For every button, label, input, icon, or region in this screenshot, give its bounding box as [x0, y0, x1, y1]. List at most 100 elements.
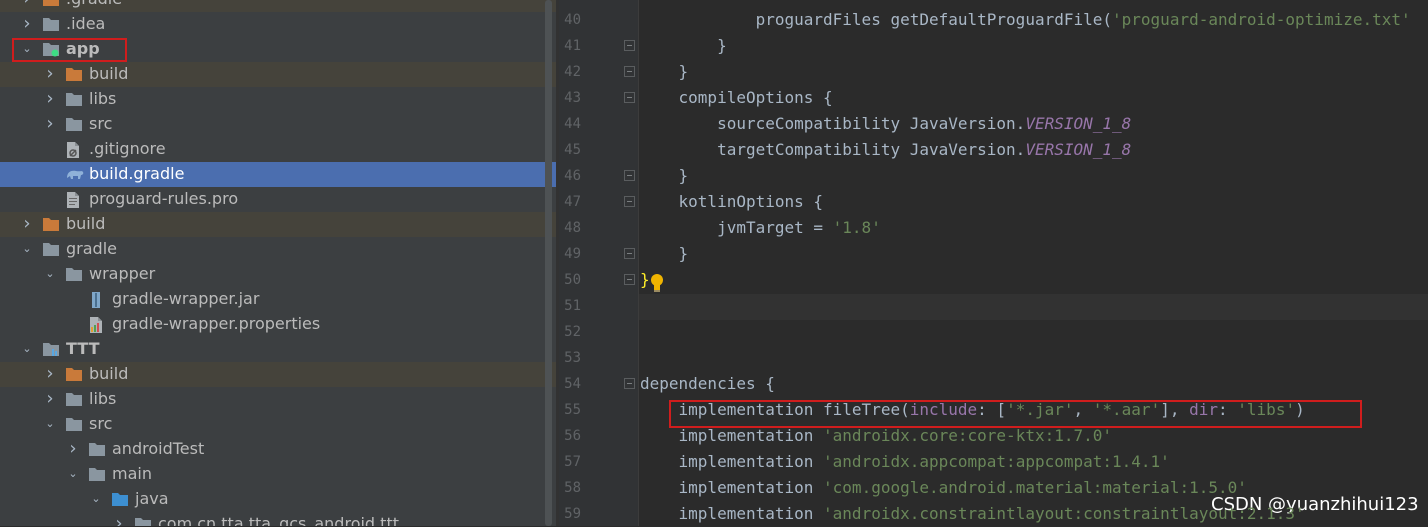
chevron-down-icon[interactable]: ⌄ [20, 340, 34, 358]
chevron-right-icon[interactable]: › [20, 0, 34, 8]
tree-row[interactable]: ⌄ gradle [0, 237, 556, 262]
fold-marker-icon[interactable] [624, 40, 635, 51]
project-tree-scrollbar[interactable] [545, 0, 552, 526]
tree-row[interactable]: › libs [0, 87, 556, 112]
tree-item-label: build [66, 214, 106, 233]
excluded-folder-icon [65, 366, 83, 383]
line-number: 51 [564, 298, 581, 314]
tree-row[interactable]: › com.cn.tta.tta_gcs_android.ttt [0, 512, 556, 526]
folder-icon [65, 266, 83, 283]
fold-marker-icon[interactable] [624, 196, 635, 207]
line-number: 54 [564, 376, 581, 392]
chevron-right-icon[interactable]: › [43, 390, 57, 408]
properties-file-icon [88, 316, 106, 333]
chevron-down-icon[interactable]: ⌄ [43, 265, 57, 283]
tree-item-label: gradle [66, 239, 117, 258]
fold-marker-icon[interactable] [624, 248, 635, 259]
tree-row[interactable]: gradle-wrapper.properties [0, 312, 556, 337]
line-number: 45 [564, 142, 581, 158]
code-line: implementation fileTree(include: ['*.jar… [640, 400, 1305, 419]
folder-icon [65, 91, 83, 108]
tree-row[interactable]: ⌄ wrapper [0, 262, 556, 287]
tree-item-label: TTT [66, 339, 100, 358]
fold-marker-icon[interactable] [624, 274, 635, 285]
line-number: 49 [564, 246, 581, 262]
chevron-down-icon[interactable]: ⌄ [66, 465, 80, 483]
tree-item-label: wrapper [89, 264, 156, 283]
chevron-right-icon[interactable]: › [43, 365, 57, 383]
tree-item-label: build [89, 64, 129, 83]
tree-item-label: .gitignore [89, 139, 166, 158]
tree-item-label: gradle-wrapper.jar [112, 289, 260, 308]
chevron-right-icon[interactable]: › [112, 515, 126, 527]
tree-row[interactable]: ⌄ java [0, 487, 556, 512]
tree-row[interactable]: › src [0, 112, 556, 137]
folder-icon [65, 116, 83, 133]
library-module-icon [42, 341, 60, 358]
chevron-down-icon[interactable]: ⌄ [43, 415, 57, 433]
code-line: implementation 'androidx.constraintlayou… [640, 504, 1305, 523]
chevron-right-icon[interactable]: › [43, 65, 57, 83]
tree-item-label: .gradle [66, 0, 122, 9]
tree-row[interactable]: ⌄ main [0, 462, 556, 487]
tree-row[interactable]: build.gradle [0, 162, 556, 187]
code-line: } [640, 166, 689, 185]
chevron-right-icon[interactable]: › [43, 115, 57, 133]
tree-row[interactable]: › androidTest [0, 437, 556, 462]
tree-row[interactable]: › build [0, 62, 556, 87]
tree-row[interactable]: › .idea [0, 12, 556, 37]
line-number: 52 [564, 324, 581, 340]
tree-row[interactable]: › build [0, 212, 556, 237]
tree-item-label: src [89, 114, 113, 133]
fold-marker-icon[interactable] [624, 66, 635, 77]
lightbulb-icon[interactable] [649, 273, 665, 293]
folder-icon [42, 241, 60, 258]
tree-item-label: src [89, 414, 113, 433]
excluded-folder-icon [42, 0, 60, 8]
chevron-right-icon[interactable]: › [20, 15, 34, 33]
folder-icon [65, 416, 83, 433]
tree-item-label: proguard-rules.pro [89, 189, 239, 208]
code-line: implementation 'androidx.appcompat:appco… [640, 452, 1170, 471]
chevron-down-icon[interactable]: ⌄ [89, 490, 103, 508]
gradle-file-icon [65, 166, 84, 183]
tree-item-label: gradle-wrapper.properties [112, 314, 321, 333]
tree-row[interactable]: .gitignore [0, 137, 556, 162]
current-line-highlight [639, 294, 1428, 320]
tree-row[interactable]: proguard-rules.pro [0, 187, 556, 212]
line-number: 57 [564, 454, 581, 470]
chevron-right-icon[interactable]: › [66, 440, 80, 458]
tree-item-label: .idea [66, 14, 106, 33]
tree-item-label: java [135, 489, 169, 508]
jar-file-icon [88, 291, 106, 308]
chevron-down-icon[interactable]: ⌄ [20, 240, 34, 258]
tree-row[interactable]: gradle-wrapper.jar [0, 287, 556, 312]
excluded-folder-icon [65, 66, 83, 83]
line-number: 47 [564, 194, 581, 210]
package-icon [134, 516, 152, 526]
code-line: sourceCompatibility JavaVersion.VERSION_… [640, 114, 1132, 133]
chevron-right-icon[interactable]: › [20, 215, 34, 233]
tree-row[interactable]: ⌄ TTT [0, 337, 556, 362]
line-number: 50 [564, 272, 581, 288]
chevron-right-icon[interactable]: › [43, 90, 57, 108]
code-line: } [640, 36, 727, 55]
line-number: 41 [564, 38, 581, 54]
folder-icon [65, 391, 83, 408]
tree-row[interactable]: ⌄ src [0, 412, 556, 437]
tree-item-label: com.cn.tta.tta_gcs_android.ttt [158, 514, 399, 526]
source-folder-icon [111, 491, 129, 508]
annotation-box-app [12, 38, 127, 62]
code-line: } [640, 270, 650, 289]
line-number: 44 [564, 116, 581, 132]
line-number: 48 [564, 220, 581, 236]
tree-row[interactable]: › .gradle [0, 0, 556, 12]
fold-marker-icon[interactable] [624, 170, 635, 181]
fold-marker-icon[interactable] [624, 378, 635, 389]
fold-marker-icon[interactable] [624, 92, 635, 103]
tree-row[interactable]: › libs [0, 387, 556, 412]
code-line: targetCompatibility JavaVersion.VERSION_… [640, 140, 1132, 159]
tree-item-label: libs [89, 89, 117, 108]
line-number: 58 [564, 480, 581, 496]
tree-row[interactable]: › build [0, 362, 556, 387]
